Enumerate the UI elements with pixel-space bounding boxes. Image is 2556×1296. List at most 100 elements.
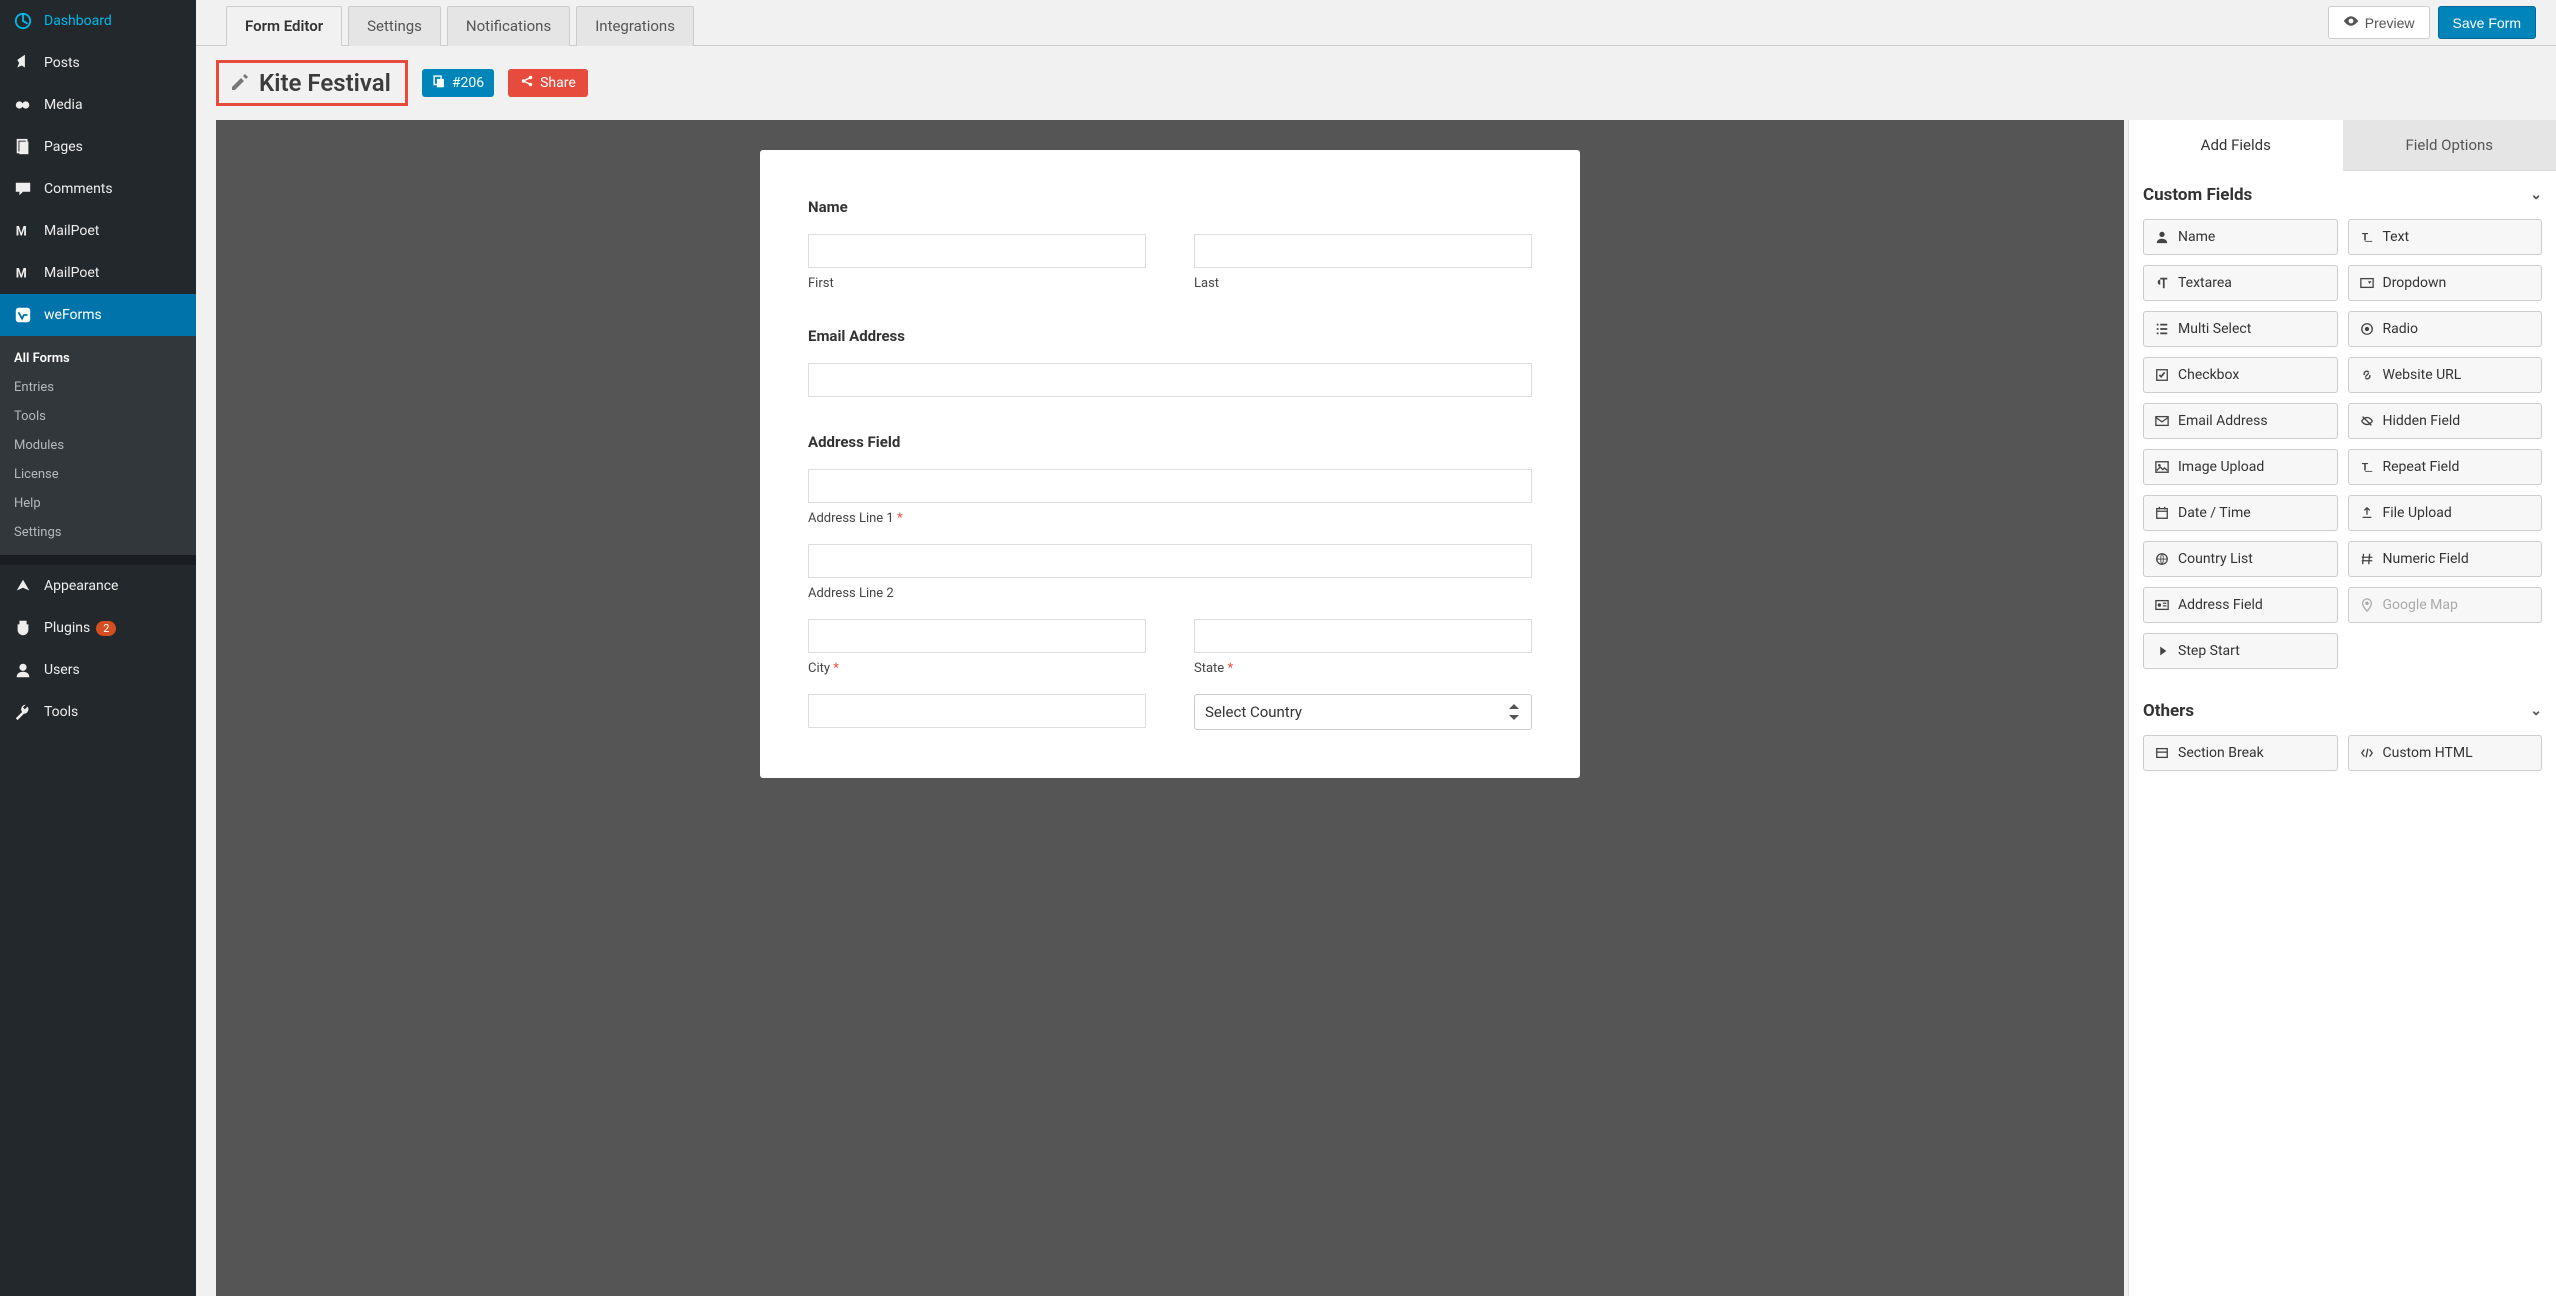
form-id-badge[interactable]: #206 (422, 69, 494, 97)
first-name-input[interactable] (808, 234, 1146, 268)
sidebar-item-pages[interactable]: Pages (0, 126, 196, 168)
mailpoet-icon: M (12, 220, 34, 242)
svg-text:M: M (16, 225, 27, 240)
pencil-icon (229, 73, 249, 93)
field-btn-name[interactable]: Name (2143, 219, 2338, 255)
others-title: Others (2143, 701, 2194, 721)
field-btn-email[interactable]: Email Address (2143, 403, 2338, 439)
sidebar-item-mailpoet2[interactable]: M MailPoet (0, 252, 196, 294)
field-btn-address[interactable]: Address Field (2143, 587, 2338, 623)
share-label: Share (540, 75, 576, 91)
field-btn-textarea[interactable]: Textarea (2143, 265, 2338, 301)
main-content: Form Editor Settings Notifications Integ… (196, 0, 2556, 1296)
field-address[interactable]: Address Field Address Line 1 * Address L… (808, 433, 1532, 730)
form-titlebar: Kite Festival #206 Share (196, 46, 2556, 120)
submenu-license[interactable]: License (0, 460, 196, 489)
field-btn-url[interactable]: Website URL (2348, 357, 2543, 393)
page-icon (12, 136, 34, 158)
sidebar-item-dashboard[interactable]: Dashboard (0, 0, 196, 42)
share-button[interactable]: Share (508, 69, 588, 97)
sidebar-item-mailpoet[interactable]: M MailPoet (0, 210, 196, 252)
city-sublabel: City * (808, 661, 1146, 676)
submenu-entries[interactable]: Entries (0, 373, 196, 402)
address-icon (2154, 597, 2170, 613)
field-btn-googlemap[interactable]: Google Map (2348, 587, 2543, 623)
preview-button[interactable]: Preview (2328, 6, 2430, 39)
others-header[interactable]: Others ⌄ (2129, 687, 2556, 731)
address1-sublabel: Address Line 1 * (808, 511, 1532, 526)
field-btn-image[interactable]: Image Upload (2143, 449, 2338, 485)
field-btn-numeric[interactable]: Numeric Field (2348, 541, 2543, 577)
city-input[interactable] (808, 619, 1146, 653)
field-btn-fileupload[interactable]: File Upload (2348, 495, 2543, 531)
mailpoet-icon: M (12, 262, 34, 284)
field-btn-stepstart[interactable]: Step Start (2143, 633, 2338, 669)
topbar-actions: Preview Save Form (2328, 6, 2536, 45)
field-btn-dropdown[interactable]: Dropdown (2348, 265, 2543, 301)
sidebar-item-posts[interactable]: Posts (0, 42, 196, 84)
sidebar-item-weforms[interactable]: weForms (0, 294, 196, 336)
section-icon (2154, 745, 2170, 761)
email-input[interactable] (808, 363, 1532, 397)
field-btn-hidden[interactable]: Hidden Field (2348, 403, 2543, 439)
editor-tabs: Form Editor Settings Notifications Integ… (226, 6, 694, 45)
last-sublabel: Last (1194, 276, 1532, 291)
field-email[interactable]: Email Address (808, 327, 1532, 397)
sidebar-separator (0, 555, 196, 565)
submenu-help[interactable]: Help (0, 489, 196, 518)
address1-input[interactable] (808, 469, 1532, 503)
submenu-tools[interactable]: Tools (0, 402, 196, 431)
email-label: Email Address (808, 327, 1532, 345)
submenu-modules[interactable]: Modules (0, 431, 196, 460)
sidebar-label: Comments (44, 181, 113, 197)
field-btn-checkbox[interactable]: Checkbox (2143, 357, 2338, 393)
sidebar-label: Pages (44, 139, 83, 155)
save-form-button[interactable]: Save Form (2438, 6, 2536, 39)
form-title-edit[interactable]: Kite Festival (216, 60, 408, 106)
panel-tab-add-fields[interactable]: Add Fields (2129, 120, 2343, 171)
country-placeholder: Select Country (1205, 703, 1302, 721)
panel-tab-field-options[interactable]: Field Options (2343, 120, 2556, 171)
submenu-settings[interactable]: Settings (0, 518, 196, 547)
chevron-down-icon: ⌄ (2530, 187, 2542, 203)
field-btn-repeat[interactable]: TRepeat Field (2348, 449, 2543, 485)
zip-input[interactable] (808, 694, 1146, 728)
field-btn-radio[interactable]: Radio (2348, 311, 2543, 347)
html-icon (2359, 745, 2375, 761)
media-icon (12, 94, 34, 116)
field-btn-text[interactable]: TText (2348, 219, 2543, 255)
step-icon (2154, 643, 2170, 659)
paragraph-icon (2154, 275, 2170, 291)
field-btn-multiselect[interactable]: Multi Select (2143, 311, 2338, 347)
submenu-all-forms[interactable]: All Forms (0, 344, 196, 373)
sidebar-item-plugins[interactable]: Plugins 2 (0, 607, 196, 649)
sidebar-item-media[interactable]: Media (0, 84, 196, 126)
field-name[interactable]: Name First Last (808, 198, 1532, 291)
custom-fields-header[interactable]: Custom Fields ⌄ (2129, 171, 2556, 215)
sidebar-item-comments[interactable]: Comments (0, 168, 196, 210)
form-title: Kite Festival (259, 69, 391, 97)
first-sublabel: First (808, 276, 1146, 291)
sidebar-item-tools[interactable]: Tools (0, 691, 196, 733)
tab-settings[interactable]: Settings (348, 6, 441, 46)
sidebar-label: Posts (44, 55, 80, 71)
field-btn-country[interactable]: Country List (2143, 541, 2338, 577)
address2-input[interactable] (808, 544, 1532, 578)
sidebar-label: Users (44, 662, 80, 678)
plugins-icon (12, 617, 34, 639)
sidebar-item-users[interactable]: Users (0, 649, 196, 691)
tab-integrations[interactable]: Integrations (576, 6, 694, 46)
name-label: Name (808, 198, 1532, 216)
users-icon (12, 659, 34, 681)
field-btn-customhtml[interactable]: Custom HTML (2348, 735, 2543, 771)
country-select[interactable]: Select Country (1194, 694, 1532, 730)
sidebar-item-appearance[interactable]: Appearance (0, 565, 196, 607)
tab-notifications[interactable]: Notifications (447, 6, 570, 46)
tab-form-editor[interactable]: Form Editor (226, 6, 342, 46)
state-input[interactable] (1194, 619, 1532, 653)
field-btn-sectionbreak[interactable]: Section Break (2143, 735, 2338, 771)
svg-text:M: M (16, 267, 27, 282)
field-btn-date[interactable]: Date / Time (2143, 495, 2338, 531)
list-icon (2154, 321, 2170, 337)
last-name-input[interactable] (1194, 234, 1532, 268)
